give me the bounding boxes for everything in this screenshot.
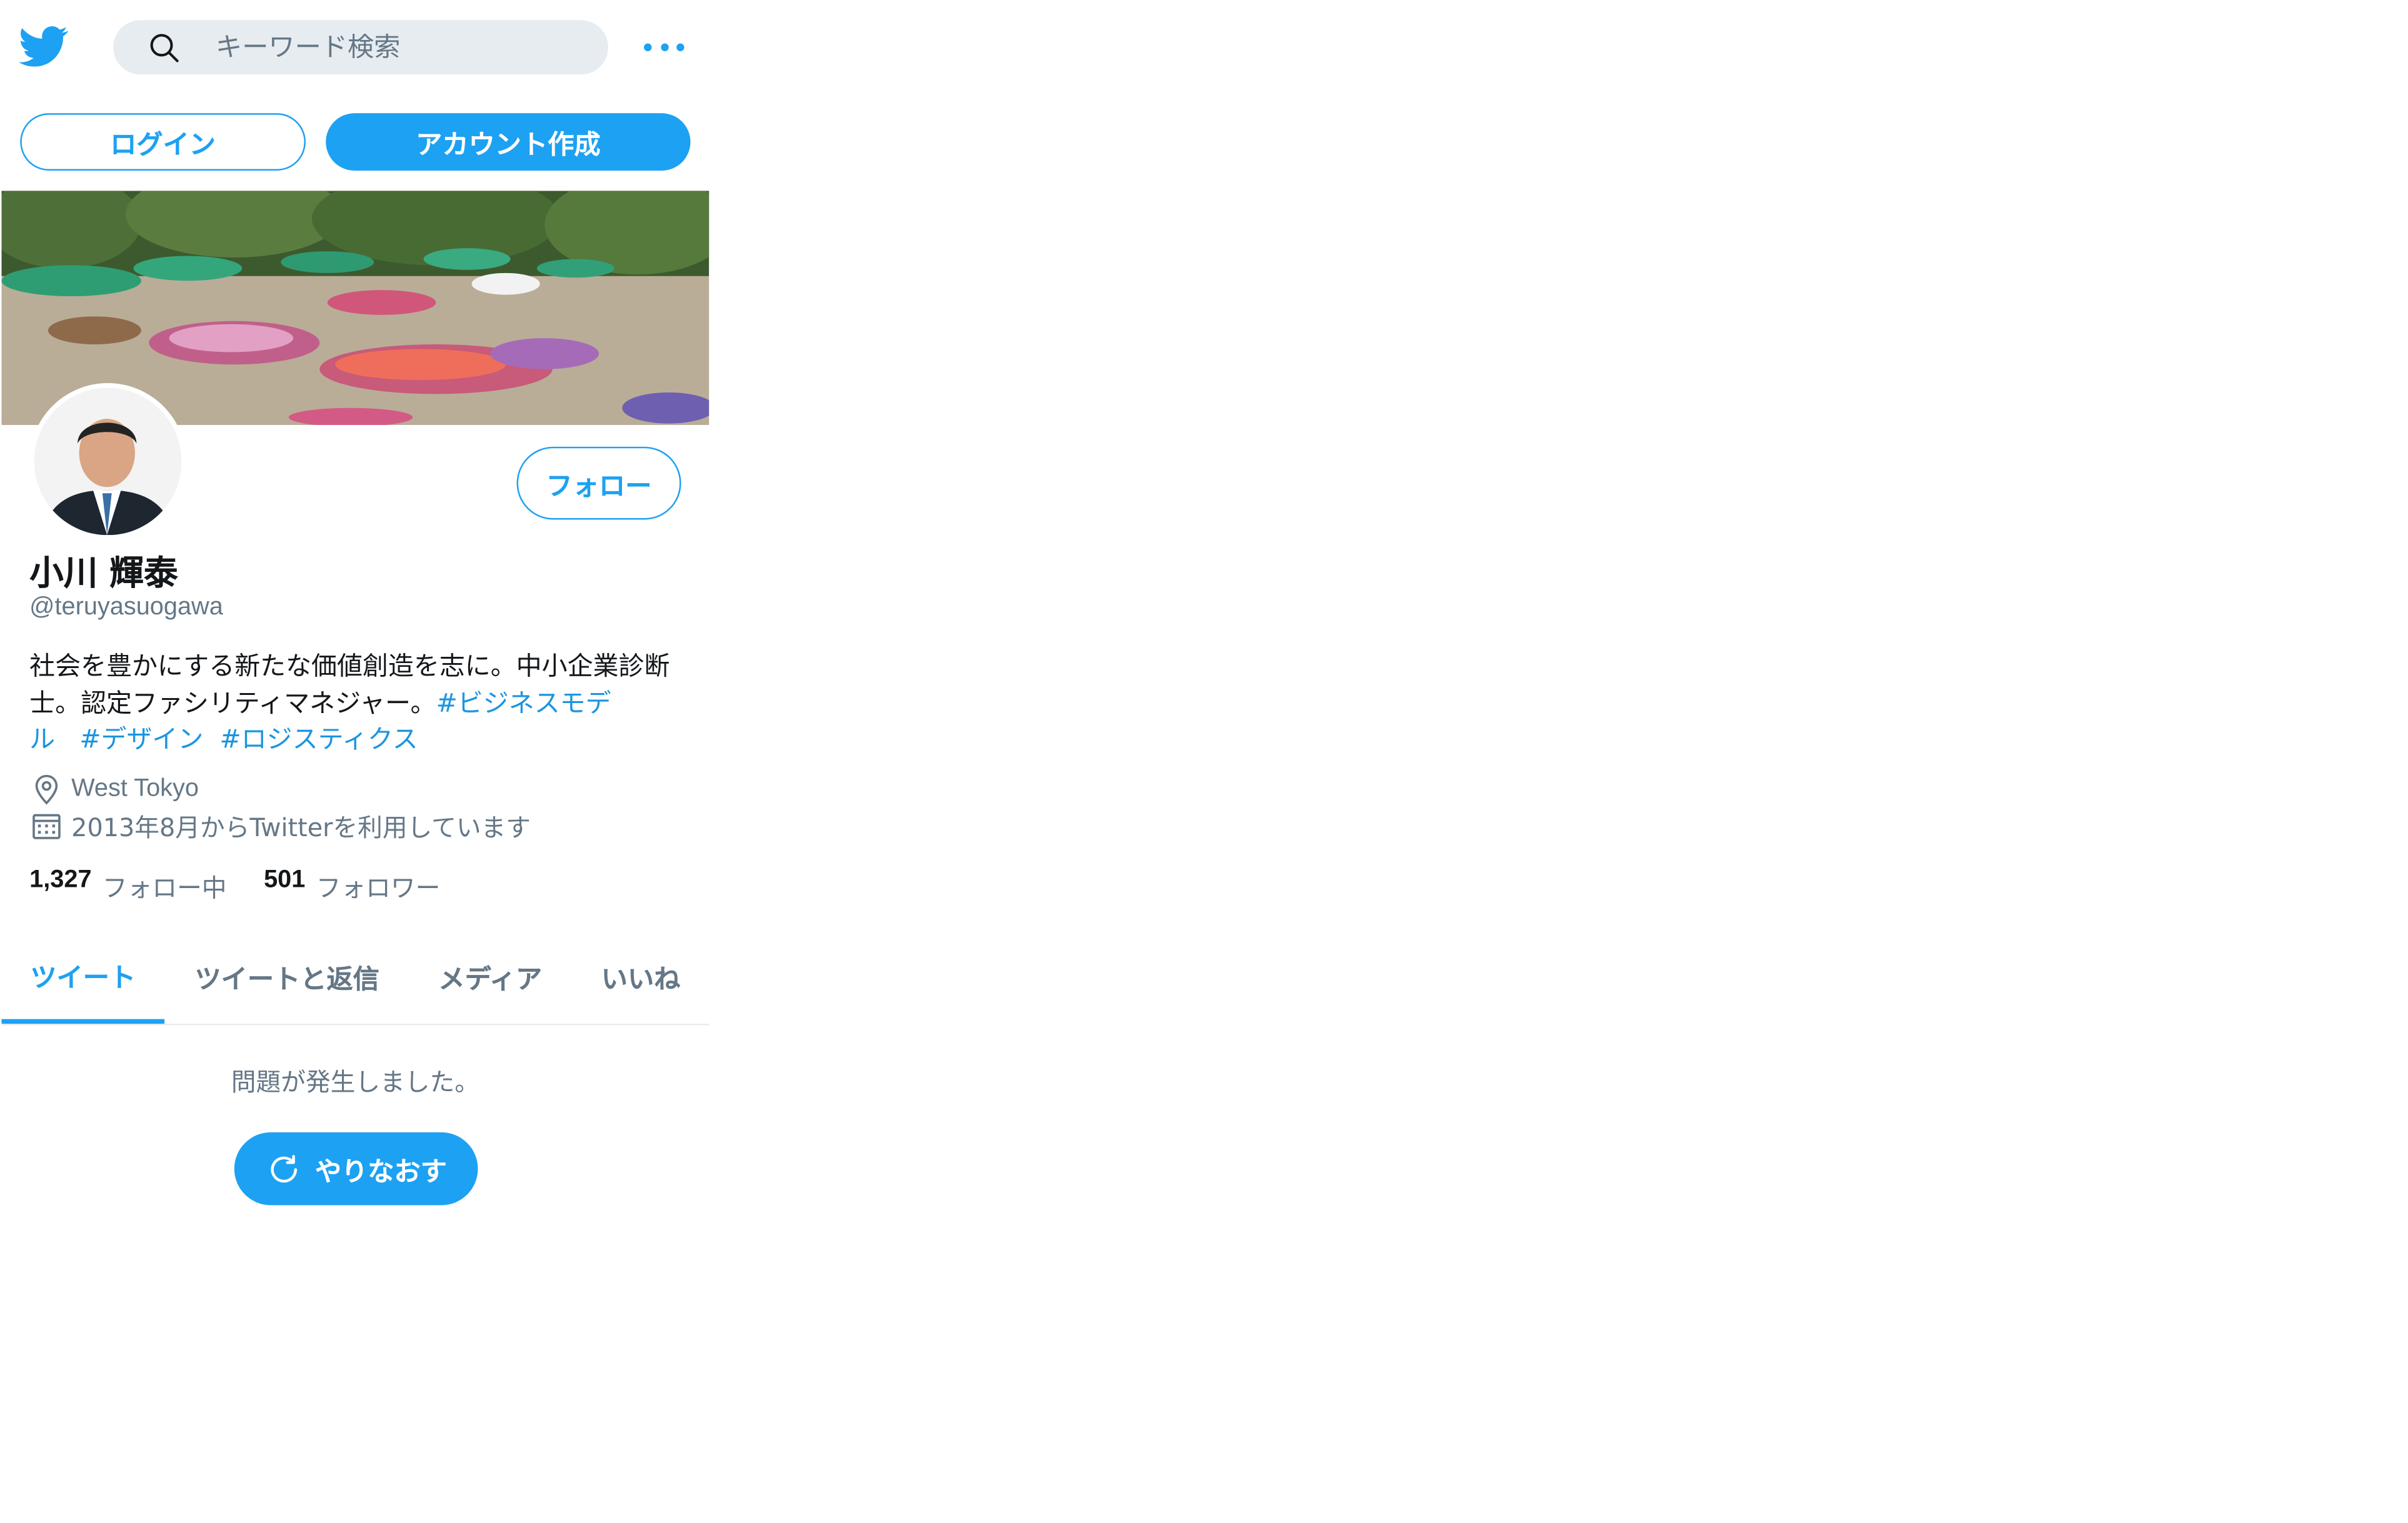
tab-tweets-and-replies[interactable]: ツイートと返信 — [169, 931, 405, 1021]
avatar[interactable] — [29, 383, 186, 540]
followers-count: 501 — [264, 867, 306, 894]
search-icon — [150, 33, 179, 62]
refresh-icon — [271, 1154, 298, 1182]
following-count: 1,327 — [29, 867, 92, 894]
profile-page: ログイン アカウント作成 — [0, 0, 2408, 1523]
twitter-bird-icon[interactable] — [18, 22, 69, 71]
search-bar[interactable] — [113, 20, 608, 75]
location-pin-icon — [35, 774, 58, 805]
error-message: 問題が発生しました。 — [231, 1067, 479, 1097]
followers-label: フォロワー — [316, 873, 441, 903]
location-text: West Tokyo — [71, 776, 199, 802]
profile-location: West Tokyo — [29, 772, 199, 807]
more-dots-icon[interactable] — [644, 31, 685, 62]
follow-button[interactable]: フォロー — [516, 446, 681, 520]
retry-button[interactable]: やりなおす — [234, 1132, 478, 1206]
calendar-icon — [33, 814, 61, 839]
login-button[interactable]: ログイン — [20, 113, 306, 171]
signup-button[interactable]: アカウント作成 — [326, 113, 691, 171]
hashtag-logistics[interactable]: #ロジスティクス — [219, 724, 418, 754]
tab-likes[interactable]: いいね — [576, 931, 706, 1021]
hashtag-design[interactable]: #デザイン — [79, 724, 203, 754]
profile-bio: 社会を豊かにする新たな価値創造を志に。中小企業診断士。認定ファシリティマネジャー… — [29, 648, 678, 757]
joined-text: 2013年8月からTwitterを利用しています — [71, 812, 531, 842]
profile-tabs: ツイート ツイートと返信 メディア いいね — [1, 931, 710, 1026]
tab-media[interactable]: メディア — [413, 931, 568, 1021]
retry-label: やりなおす — [314, 1157, 447, 1189]
profile-name: 小川 輝泰 — [29, 555, 178, 594]
tab-tweets[interactable]: ツイート — [1, 931, 165, 1024]
profile-handle: @teruyasuogawa — [29, 594, 223, 621]
search-input[interactable] — [213, 30, 591, 65]
following-label: フォロー中 — [102, 873, 227, 903]
following-stat[interactable]: 1,327 フォロー中 — [29, 867, 226, 904]
profile-joined-date: 2013年8月からTwitterを利用しています — [29, 807, 531, 844]
followers-stat[interactable]: 501 フォロワー — [264, 867, 440, 904]
profile-stats: 1,327 フォロー中 501 フォロワー — [29, 867, 440, 904]
